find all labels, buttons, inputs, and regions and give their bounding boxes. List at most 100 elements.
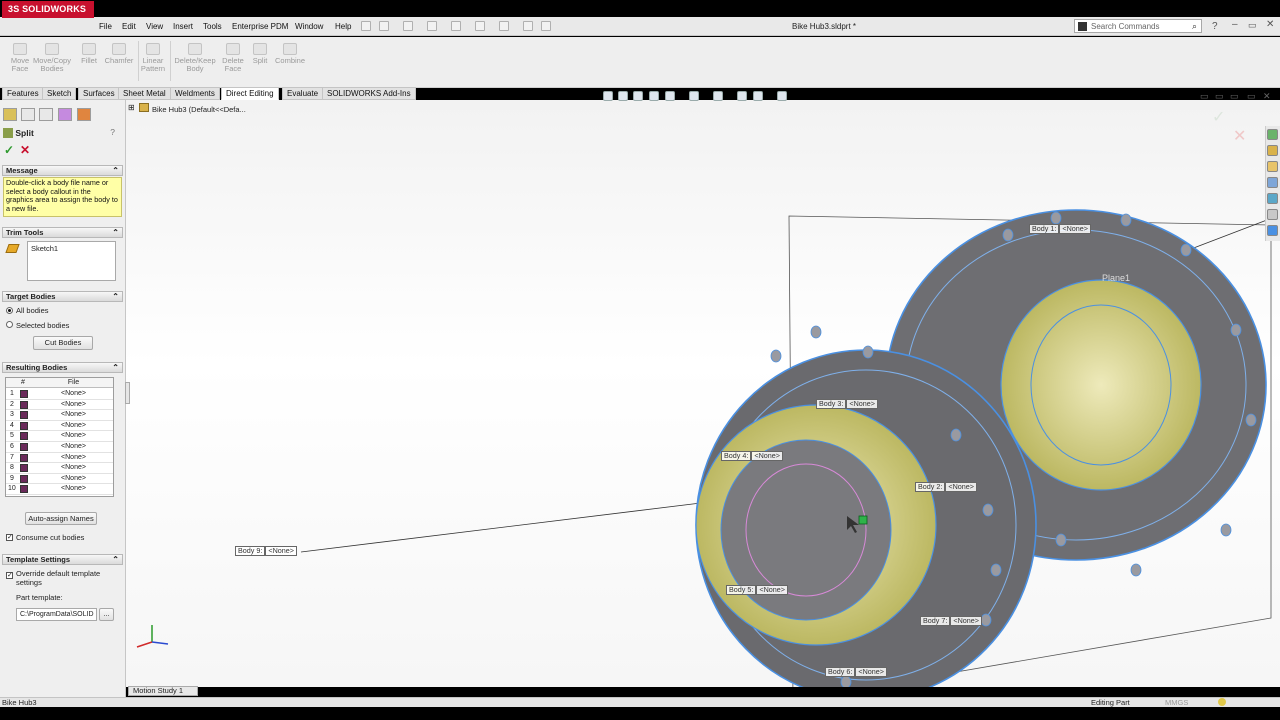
hub-model[interactable] <box>126 100 1280 687</box>
browse-button[interactable]: ... <box>99 608 114 621</box>
forum-icon[interactable] <box>1267 225 1278 236</box>
delete-face-button[interactable]: Delete Face <box>217 43 249 73</box>
solidworks-resources-icon[interactable] <box>1267 129 1278 140</box>
tab-surfaces[interactable]: Surfaces <box>78 87 120 100</box>
body-6-callout[interactable]: Body 6: <None> <box>825 667 887 677</box>
part-template-field[interactable]: C:\ProgramData\SOLID <box>16 608 97 621</box>
options-icon[interactable] <box>541 21 551 31</box>
configuration-manager-tab-icon[interactable] <box>39 108 53 121</box>
table-row[interactable]: 8 <None> <box>6 463 113 474</box>
selection-marker[interactable] <box>858 515 868 525</box>
search-input[interactable]: Search Commands <box>1091 22 1159 31</box>
solidworks-logo[interactable]: 3S SOLIDWORKS <box>2 1 94 18</box>
plane1-label[interactable]: Plane1 <box>1102 273 1130 283</box>
body-7-callout[interactable]: Body 7: <None> <box>920 616 982 626</box>
save-icon[interactable] <box>427 21 437 31</box>
collapse-icon[interactable]: ⌃ <box>112 363 119 373</box>
tab-features[interactable]: Features <box>2 87 44 100</box>
body-2-callout[interactable]: Body 2: <None> <box>915 482 977 492</box>
help-icon[interactable]: ? <box>1212 21 1218 32</box>
search-commands[interactable]: Search Commands ⌕ <box>1074 19 1202 33</box>
linear-pattern-button[interactable]: Linear Pattern <box>136 43 170 73</box>
table-row[interactable]: 6 <None> <box>6 442 113 453</box>
resulting-bodies-group-header[interactable]: Resulting Bodies ⌃ <box>2 362 123 373</box>
table-row[interactable]: 2 <None> <box>6 400 113 411</box>
motion-study-tab[interactable]: Motion Study 1 <box>128 686 198 696</box>
restore-icon[interactable]: ▭ <box>1248 20 1257 31</box>
menu-help[interactable]: Help <box>335 22 351 31</box>
print-icon[interactable] <box>451 21 461 31</box>
table-row[interactable]: 9 <None> <box>6 474 113 485</box>
tab-sketch[interactable]: Sketch <box>42 87 77 100</box>
body-5-callout[interactable]: Body 5: <None> <box>726 585 788 595</box>
property-manager-tab-icon[interactable] <box>21 108 35 121</box>
body-4-callout[interactable]: Body 4: <None> <box>721 451 783 461</box>
template-settings-group-header[interactable]: Template Settings ⌃ <box>2 554 123 565</box>
display-manager-tab-icon[interactable] <box>77 108 91 121</box>
search-scope-icon[interactable] <box>1078 22 1087 31</box>
rebuild-icon[interactable] <box>523 21 533 31</box>
table-row[interactable]: 5 <None> <box>6 431 113 442</box>
panel-splitter[interactable] <box>125 382 130 404</box>
view-palette-icon[interactable] <box>1267 177 1278 188</box>
collapse-icon[interactable]: ⌃ <box>112 292 119 302</box>
cut-bodies-button[interactable]: Cut Bodies <box>33 336 93 350</box>
status-units[interactable]: MMGS <box>1165 698 1188 707</box>
feature-manager-tab-icon[interactable] <box>3 108 17 121</box>
collapse-icon[interactable]: ⌃ <box>112 555 119 565</box>
menu-enterprise-pdm[interactable]: Enterprise PDM <box>232 22 288 31</box>
tab-direct-editing[interactable]: Direct Editing <box>221 87 279 100</box>
cancel-icon[interactable]: ✕ <box>20 143 30 157</box>
tab-sheet-metal[interactable]: Sheet Metal <box>118 87 171 100</box>
collapse-icon[interactable]: ⌃ <box>112 228 119 238</box>
fillet-button[interactable]: Fillet <box>72 43 106 65</box>
selected-bodies-radio[interactable] <box>6 321 13 328</box>
new-icon[interactable] <box>379 21 389 31</box>
menu-view[interactable]: View <box>146 22 163 31</box>
override-template-checkbox[interactable]: ✓ <box>6 572 13 579</box>
resulting-bodies-table[interactable]: # File 1 <None> 2 <None> 3 <None> 4 <None> 5… <box>5 377 114 497</box>
table-row[interactable]: 4 <None> <box>6 421 113 432</box>
target-bodies-group-header[interactable]: Target Bodies ⌃ <box>2 291 123 302</box>
table-row[interactable]: 3 <None> <box>6 410 113 421</box>
delete-keep-body-button[interactable]: Delete/Keep Body <box>173 43 217 73</box>
status-help-icon[interactable] <box>1218 698 1226 706</box>
chamfer-button[interactable]: Chamfer <box>102 43 136 65</box>
split-button[interactable]: Split <box>247 43 273 65</box>
open-icon[interactable] <box>403 21 413 31</box>
table-row[interactable]: 7 <None> <box>6 453 113 464</box>
tab-weldments[interactable]: Weldments <box>170 87 220 100</box>
menu-insert[interactable]: Insert <box>173 22 193 31</box>
table-row[interactable]: 1 <None> <box>6 389 113 400</box>
trim-tools-item[interactable]: Sketch1 <box>31 244 58 253</box>
menu-tools[interactable]: Tools <box>203 22 222 31</box>
search-icon[interactable]: ⌕ <box>1192 21 1197 32</box>
tab-evaluate[interactable]: Evaluate <box>282 87 324 100</box>
tab-solidworks-add-ins[interactable]: SOLIDWORKS Add-Ins <box>322 87 416 100</box>
table-row[interactable]: 10 <None> <box>6 484 113 495</box>
combine-button[interactable]: Combine <box>273 43 307 65</box>
minimize-icon[interactable]: – <box>1232 19 1238 30</box>
all-bodies-radio[interactable] <box>6 307 13 314</box>
pin-icon[interactable] <box>361 21 371 31</box>
menu-window[interactable]: Window <box>295 22 323 31</box>
body-3-callout[interactable]: Body 3: <None> <box>816 399 878 409</box>
move-copy-bodies-button[interactable]: Move/Copy Bodies <box>32 43 72 73</box>
appearances-icon[interactable] <box>1267 193 1278 204</box>
collapse-icon[interactable]: ⌃ <box>112 166 119 176</box>
menu-edit[interactable]: Edit <box>122 22 136 31</box>
undo-icon[interactable] <box>475 21 485 31</box>
close-icon[interactable]: ✕ <box>1266 19 1274 30</box>
select-icon[interactable] <box>499 21 509 31</box>
consume-cut-bodies-checkbox[interactable]: ✓ <box>6 534 13 541</box>
custom-properties-icon[interactable] <box>1267 209 1278 220</box>
trim-tools-group-header[interactable]: Trim Tools ⌃ <box>2 227 123 238</box>
ok-icon[interactable]: ✓ <box>4 143 14 157</box>
design-library-icon[interactable] <box>1267 145 1278 156</box>
message-group-header[interactable]: Message ⌃ <box>2 165 123 176</box>
body-1-callout[interactable]: Body 1: <None> <box>1029 224 1091 234</box>
file-explorer-icon[interactable] <box>1267 161 1278 172</box>
dimxpert-tab-icon[interactable] <box>58 108 72 121</box>
pm-help-icon[interactable]: ? <box>110 127 115 137</box>
trim-tools-list[interactable]: Sketch1 <box>27 241 116 281</box>
